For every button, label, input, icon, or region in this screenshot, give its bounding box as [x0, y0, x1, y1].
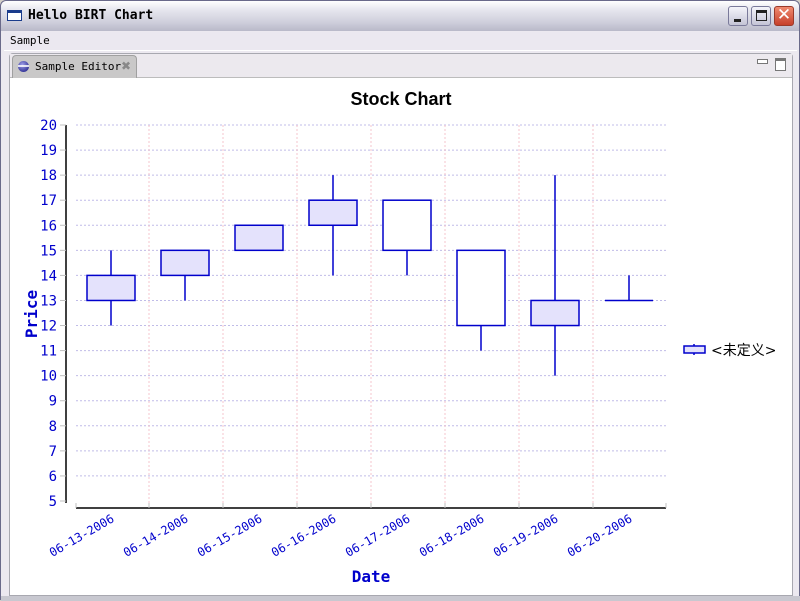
x-tick-label: 06-17-2006	[343, 511, 413, 559]
y-tick-label: 8	[49, 419, 57, 435]
y-tick-label: 18	[40, 168, 57, 184]
candle-body	[530, 299, 580, 327]
candlestick	[308, 175, 358, 276]
y-tick-label: 19	[40, 143, 57, 159]
candle-body	[86, 274, 136, 302]
y-axis-title: Price	[22, 290, 41, 338]
y-tick-label: 20	[40, 118, 57, 134]
candlestick	[456, 249, 506, 351]
candle-body	[382, 199, 432, 252]
candlestick	[86, 250, 136, 326]
chart-title: Stock Chart	[350, 89, 451, 109]
y-axis-ticks: 5 6 7 8 9 10 11 12 13 14 15 16 17 18 19 20	[40, 118, 66, 510]
x-tick-label: 06-13-2006	[47, 511, 117, 559]
candlestick	[605, 275, 653, 302]
y-tick-label: 10	[40, 369, 57, 385]
x-tick-label: 06-19-2006	[491, 511, 561, 559]
x-tick-label: 06-16-2006	[269, 511, 339, 559]
stock-chart: Stock Chart 567891011121314151617181920 …	[22, 89, 776, 586]
candlestick	[530, 175, 580, 376]
y-tick-label: 5	[49, 494, 57, 510]
x-tick-label: 06-18-2006	[417, 511, 487, 559]
x-tick-label: 06-20-2006	[565, 511, 635, 559]
window-bottom-frame	[1, 596, 800, 601]
y-tick-label: 9	[49, 394, 57, 410]
y-tick-label: 12	[40, 319, 57, 335]
legend-marker-box	[683, 345, 706, 354]
y-tick-label: 13	[40, 293, 57, 309]
y-tick-label: 17	[40, 193, 57, 209]
candle-body	[308, 199, 358, 227]
y-tick-label: 7	[49, 444, 57, 460]
x-axis-ticks: 06-13-2006 06-14-2006 06-15-2006 06-16-2006…	[47, 503, 667, 560]
candle-body	[234, 224, 284, 252]
y-tick-label: 15	[40, 243, 57, 259]
y-tick-label: 6	[49, 469, 57, 485]
candle-body	[456, 249, 506, 327]
legend: <未定义>	[683, 343, 776, 359]
y-tick-label: 14	[40, 268, 57, 284]
x-tick-label: 06-14-2006	[121, 511, 191, 559]
candlestick	[160, 249, 210, 301]
legend-entry-label: <未定义>	[711, 343, 776, 359]
y-tick-label: 11	[40, 344, 57, 360]
application-window: Hello BIRT Chart ✕ Sample Sample Editor …	[0, 0, 800, 601]
x-tick-label: 06-15-2006	[195, 511, 265, 559]
x-axis-title: Date	[352, 567, 391, 586]
candlestick	[382, 199, 432, 276]
candle-body	[160, 249, 210, 277]
y-tick-label: 16	[40, 218, 57, 234]
candlestick	[234, 224, 284, 252]
